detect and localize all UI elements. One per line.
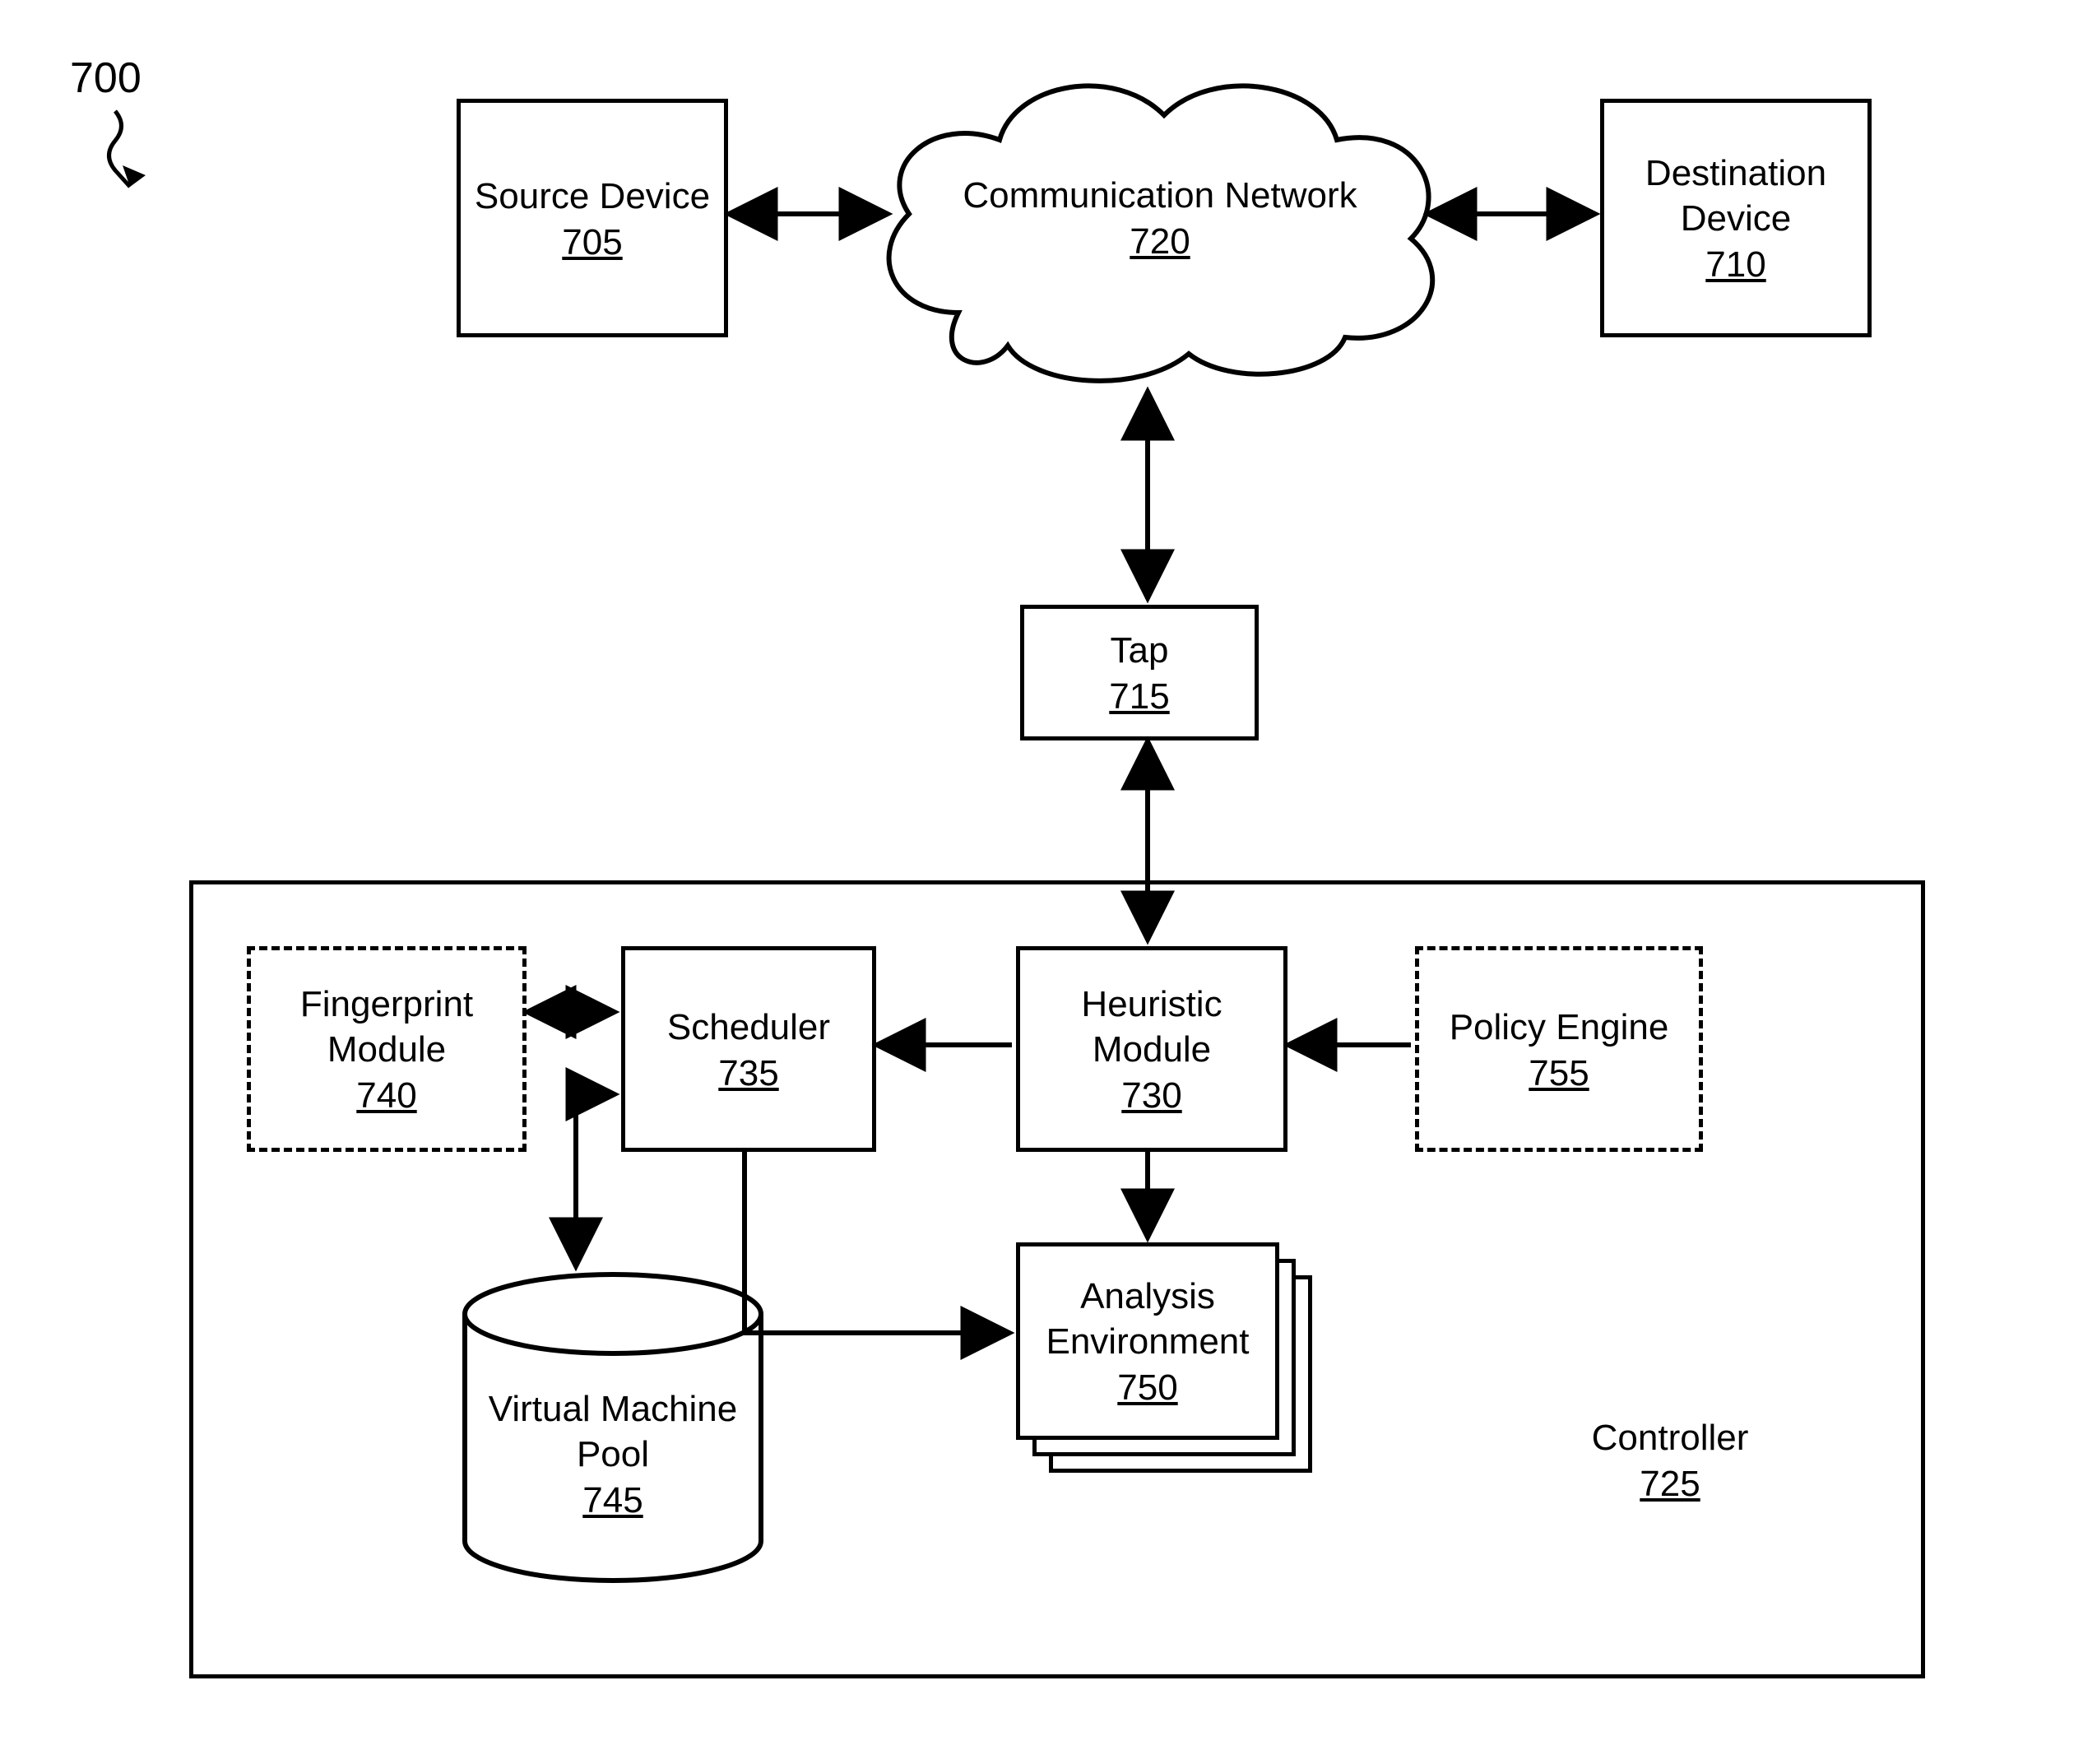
node-label: Policy Engine xyxy=(1450,1005,1669,1050)
node-label: Source Device xyxy=(475,174,710,219)
node-number: 705 xyxy=(562,222,622,263)
node-number: 735 xyxy=(718,1053,778,1094)
node-label: Tap xyxy=(1111,628,1169,673)
diagram-canvas: 700 Source Device 705 Destination Device… xyxy=(0,0,2097,1764)
node-source-device: Source Device 705 xyxy=(457,99,728,337)
node-fingerprint-module: Fingerprint Module 740 xyxy=(247,946,527,1152)
node-label: Analysis Environment xyxy=(1020,1274,1275,1364)
node-label: Controller xyxy=(1547,1415,1793,1460)
node-policy-engine: Policy Engine 755 xyxy=(1415,946,1703,1152)
node-communication-network: Communication Network 720 xyxy=(843,49,1477,395)
figure-reference: 700 xyxy=(70,53,142,103)
node-analysis-environment: Analysis Environment 750 xyxy=(1016,1242,1312,1473)
node-number: 750 xyxy=(1117,1367,1177,1409)
node-number: 730 xyxy=(1121,1075,1181,1116)
node-number: 715 xyxy=(1109,676,1169,717)
node-scheduler: Scheduler 735 xyxy=(621,946,876,1152)
node-number: 745 xyxy=(457,1480,769,1521)
node-tap: Tap 715 xyxy=(1020,605,1259,740)
node-label: Virtual Machine Pool xyxy=(457,1386,769,1477)
controller-label: Controller 725 xyxy=(1547,1415,1793,1505)
node-label: Communication Network xyxy=(843,173,1477,218)
node-number: 725 xyxy=(1547,1464,1793,1505)
node-heuristic-module: Heuristic Module 730 xyxy=(1016,946,1287,1152)
node-number: 755 xyxy=(1529,1053,1589,1094)
node-number: 720 xyxy=(843,221,1477,262)
node-vm-pool: Virtual Machine Pool 745 xyxy=(457,1271,769,1584)
node-number: 740 xyxy=(356,1075,416,1116)
node-number: 710 xyxy=(1705,244,1765,285)
node-destination-device: Destination Device 710 xyxy=(1600,99,1872,337)
node-label: Heuristic Module xyxy=(1020,982,1283,1072)
node-label: Destination Device xyxy=(1604,151,1867,241)
node-label: Scheduler xyxy=(667,1005,830,1050)
node-label: Fingerprint Module xyxy=(251,982,522,1072)
